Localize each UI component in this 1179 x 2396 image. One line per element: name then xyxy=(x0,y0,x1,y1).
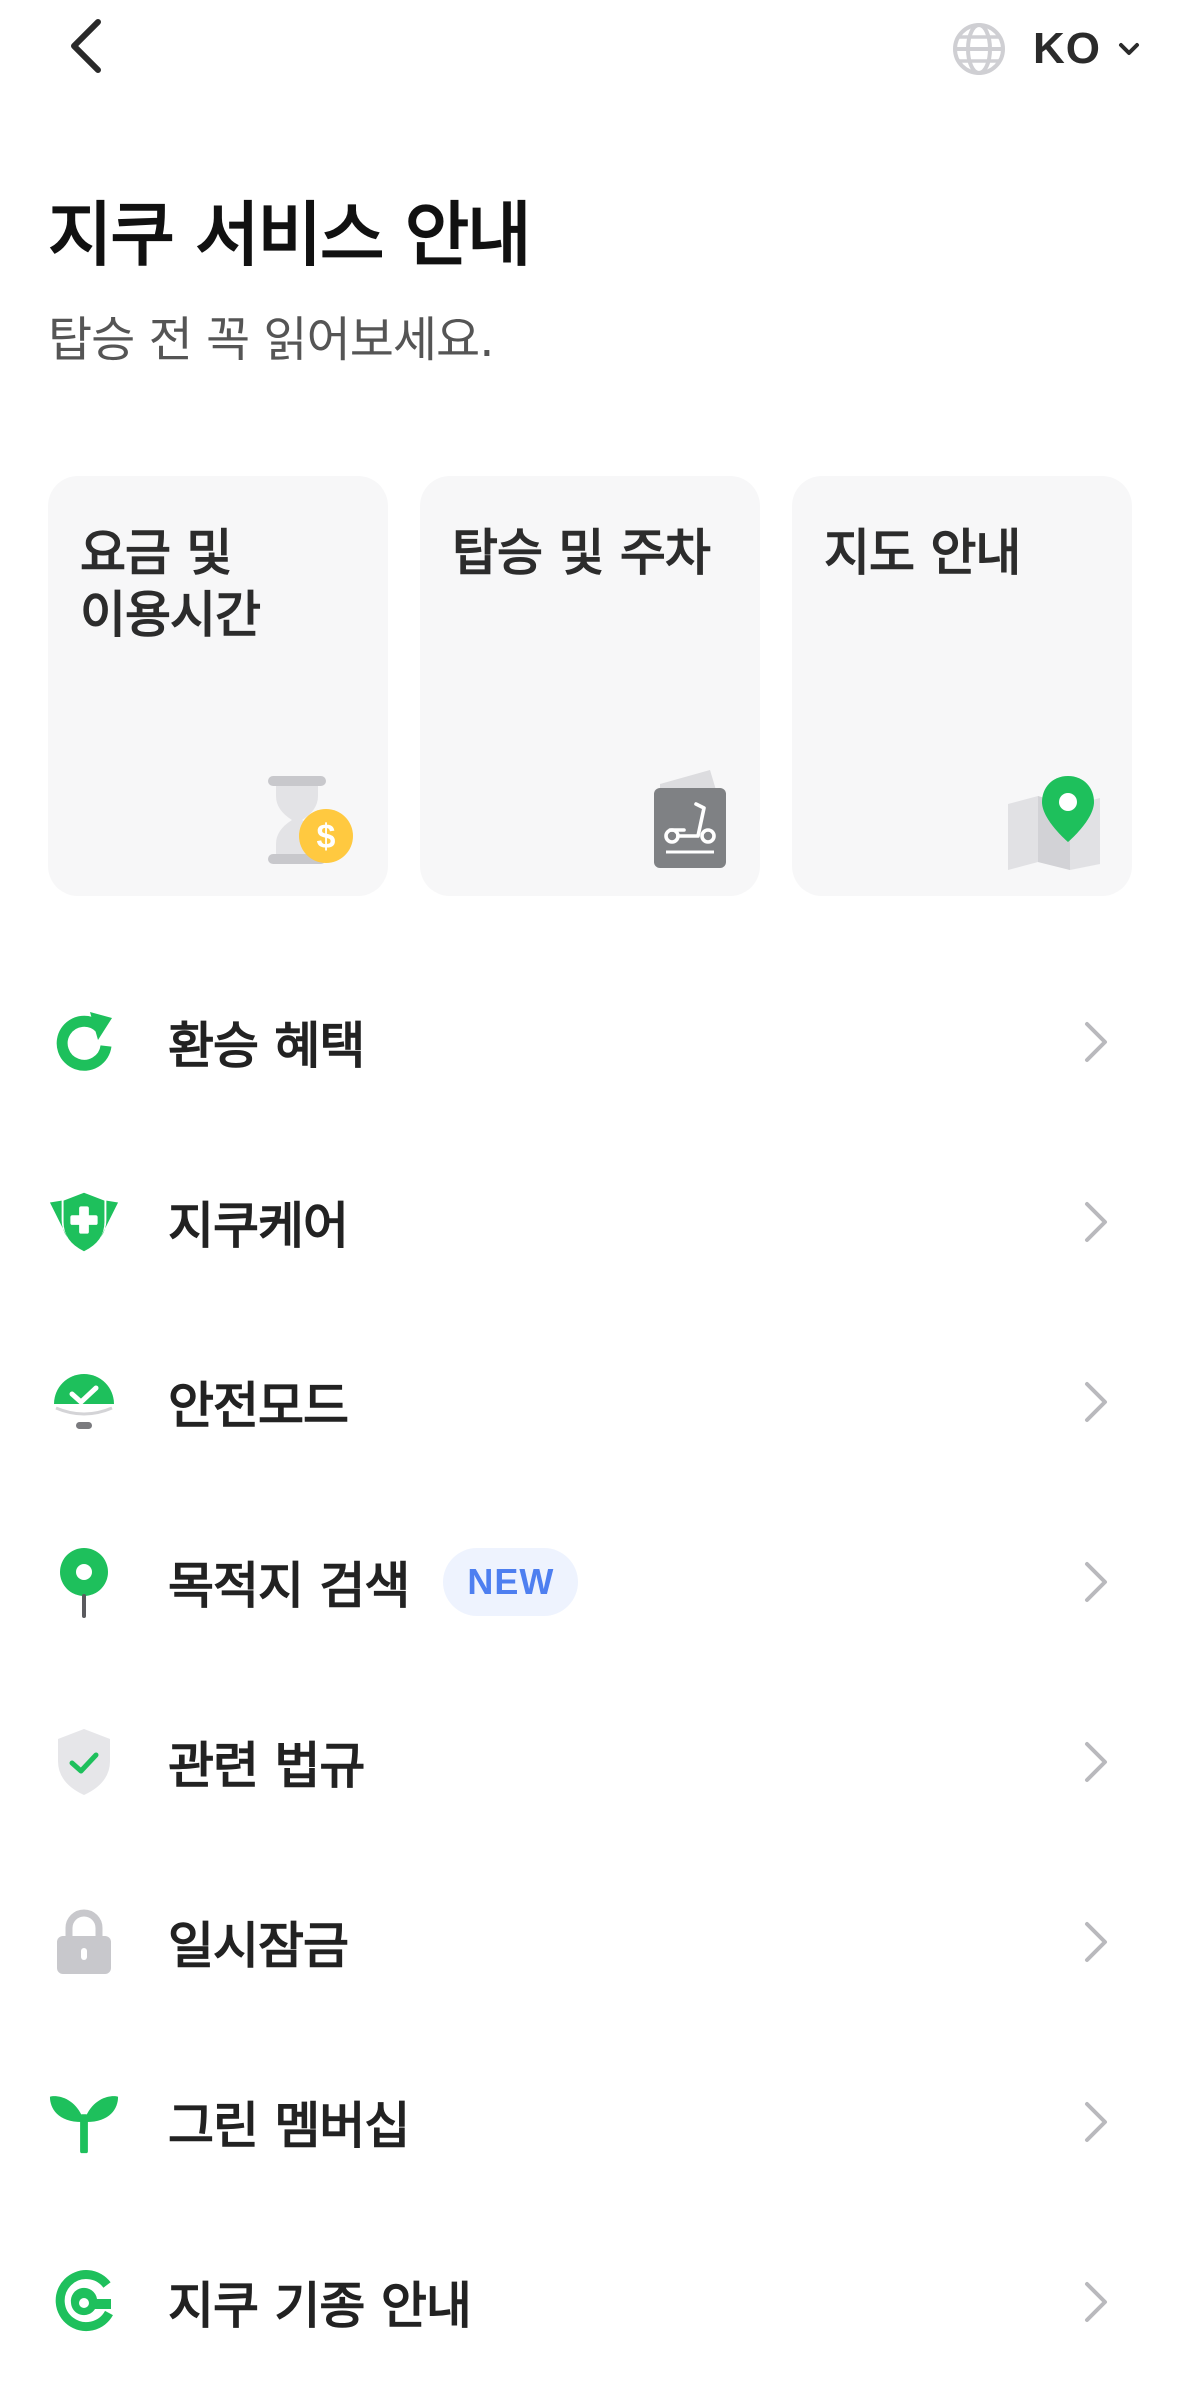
list-item-gcoo-care[interactable]: 지쿠케어 xyxy=(0,1132,1179,1312)
chevron-right-icon xyxy=(1085,1742,1107,1782)
chevron-left-icon xyxy=(71,19,101,73)
list-item-green-membership[interactable]: 그린 멤버십 xyxy=(0,2032,1179,2212)
list-item-related-laws[interactable]: 관련 법규 xyxy=(0,1672,1179,1852)
list-item-model-guide[interactable]: 지쿠 기종 안내 xyxy=(0,2212,1179,2392)
hourglass-coin-icon: $ xyxy=(268,776,353,864)
helmet-check-icon xyxy=(48,1366,120,1438)
list-item-temporary-lock[interactable]: 일시잠금 xyxy=(0,1852,1179,2032)
list-item-label: 일시잠금 xyxy=(168,1917,349,1975)
card-fare-hours[interactable]: 요금 및 이용시간 $ xyxy=(48,476,388,896)
list-item-label: 지쿠케어 xyxy=(168,1197,349,1255)
list-item-transfer-benefit[interactable]: 환승 혜택 xyxy=(0,952,1179,1132)
scooter-logo-icon xyxy=(48,2266,120,2338)
chevron-right-icon xyxy=(1085,2282,1107,2322)
chevron-right-icon xyxy=(1085,2102,1107,2142)
svg-text:$: $ xyxy=(317,818,336,856)
guide-list: 환승 혜택 지쿠케어 안전모드 목적지 검색 NEW 관련 법규 일시잠금 그린… xyxy=(0,952,1179,2392)
new-badge: NEW xyxy=(443,1548,579,1616)
card-label: 지도 안내 xyxy=(824,524,1021,582)
back-button[interactable] xyxy=(54,14,118,78)
map-pin-icon xyxy=(1008,776,1100,870)
chevron-right-icon xyxy=(1085,1382,1107,1422)
service-guide-page: KO 지쿠 서비스 안내 탑승 전 꼭 읽어보세요. 요금 및 이용시간 $ 탑… xyxy=(0,0,1179,2396)
shield-check-icon xyxy=(48,1726,120,1798)
card-label: 탑승 및 주차 xyxy=(452,524,711,582)
list-item-label: 관련 법규 xyxy=(168,1737,365,1795)
language-code: KO xyxy=(1033,24,1101,73)
chevron-right-icon xyxy=(1085,1562,1107,1602)
page-subtitle: 탑승 전 꼭 읽어보세요. xyxy=(48,312,494,368)
chevron-right-icon xyxy=(1085,1202,1107,1242)
refresh-icon xyxy=(48,1006,120,1078)
shield-cross-icon xyxy=(48,1186,120,1258)
guide-cards: 요금 및 이용시간 $ 탑승 및 주차 지도 안내 xyxy=(48,476,1132,896)
list-item-label: 안전모드 xyxy=(168,1377,349,1435)
top-bar: KO xyxy=(0,0,1179,100)
list-item-label: 지쿠 기종 안내 xyxy=(168,2277,472,2335)
list-item-label: 목적지 검색 NEW xyxy=(168,1546,579,1618)
chevron-down-icon xyxy=(1119,43,1139,55)
page-title: 지쿠 서비스 안내 xyxy=(48,194,532,276)
list-item-safety-mode[interactable]: 안전모드 xyxy=(0,1312,1179,1492)
globe-icon xyxy=(953,23,1005,75)
list-item-label: 환승 혜택 xyxy=(168,1017,365,1075)
location-pin-icon xyxy=(48,1546,120,1618)
card-riding-parking[interactable]: 탑승 및 주차 xyxy=(420,476,760,896)
scooter-card-icon xyxy=(654,770,726,868)
list-item-label: 그린 멤버십 xyxy=(168,2097,410,2155)
card-map-guide[interactable]: 지도 안내 xyxy=(792,476,1132,896)
chevron-right-icon xyxy=(1085,1022,1107,1062)
card-label: 요금 및 이용시간 xyxy=(80,524,261,644)
lock-icon xyxy=(48,1906,120,1978)
language-selector[interactable]: KO xyxy=(951,14,1143,84)
chevron-right-icon xyxy=(1085,1922,1107,1962)
sprout-icon xyxy=(48,2086,120,2158)
list-item-destination-search[interactable]: 목적지 검색 NEW xyxy=(0,1492,1179,1672)
